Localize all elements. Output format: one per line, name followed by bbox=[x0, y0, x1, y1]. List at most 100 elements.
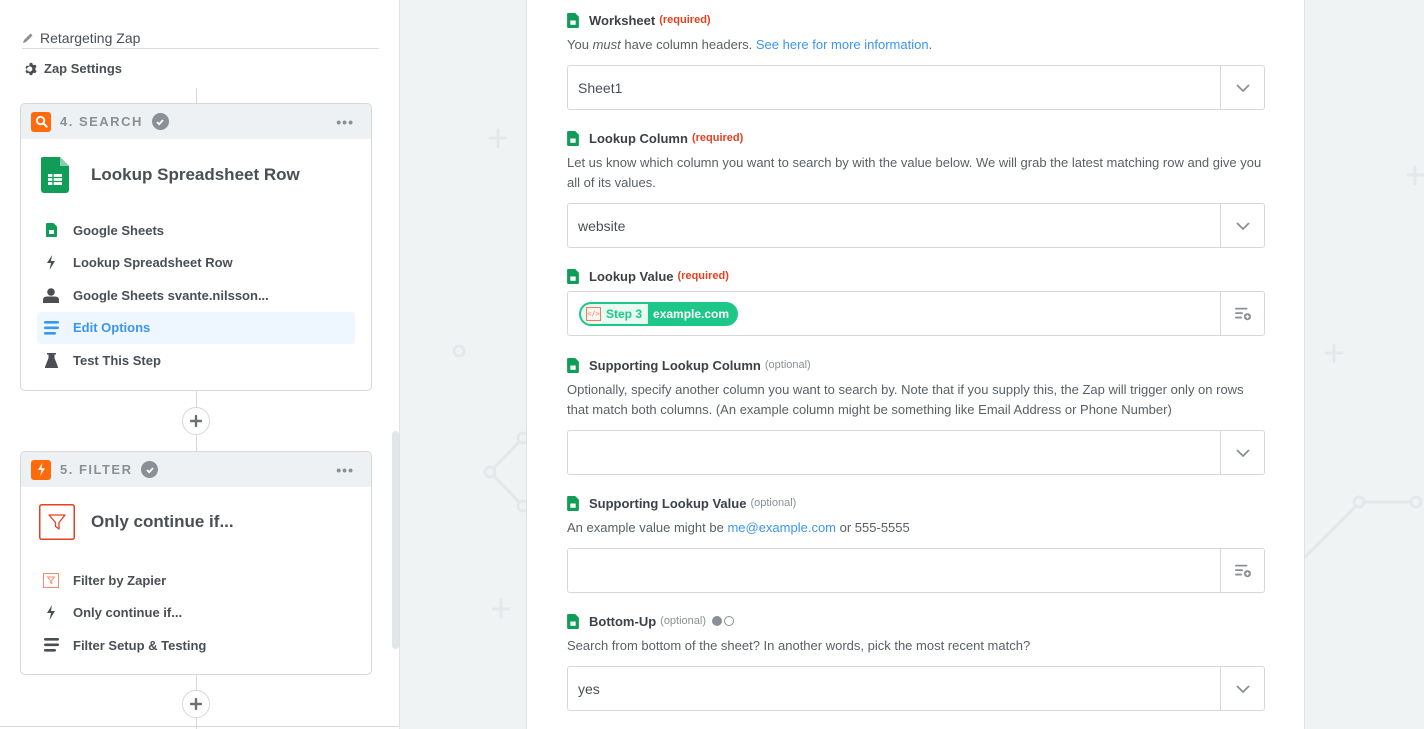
plus-icon bbox=[190, 698, 202, 710]
toggle-dot-selected[interactable] bbox=[712, 616, 723, 626]
step-item-action[interactable]: Lookup Spreadsheet Row bbox=[37, 247, 355, 280]
step-header[interactable]: 4. SEARCH ••• bbox=[21, 104, 371, 139]
pill-step: </> Step 3 bbox=[581, 303, 649, 324]
optional-tag: (optional) bbox=[764, 359, 811, 371]
step-item-account[interactable]: Google Sheets svante.nilsson... bbox=[37, 279, 355, 312]
supporting-lookup-column-select[interactable] bbox=[567, 430, 1265, 475]
step-header[interactable]: 5. FILTER ••• bbox=[21, 452, 371, 487]
pencil-icon bbox=[23, 33, 33, 43]
lookup-column-select[interactable]: website bbox=[567, 203, 1265, 248]
optional-tag: (optional) bbox=[660, 615, 707, 627]
step-item-label: Google Sheets svante.nilsson... bbox=[73, 287, 269, 303]
supporting-lookup-value-input[interactable] bbox=[567, 548, 1265, 593]
mode-toggle[interactable] bbox=[712, 616, 735, 626]
step-item-label: Filter Setup & Testing bbox=[73, 637, 207, 653]
step-item-label: Edit Options bbox=[73, 320, 151, 336]
step-title-row: Only continue if... bbox=[21, 487, 371, 557]
step-item-label: Test This Step bbox=[73, 352, 161, 368]
google-sheets-icon bbox=[41, 157, 69, 193]
add-step-button[interactable] bbox=[182, 690, 210, 718]
chevron-down-icon bbox=[1235, 684, 1250, 693]
step-item-app[interactable]: Google Sheets bbox=[37, 214, 355, 247]
field-label: Supporting Lookup Column (optional) bbox=[567, 356, 1265, 374]
field-help: An example value might be me@example.com… bbox=[567, 518, 1265, 538]
more-info-link[interactable]: See here for more information bbox=[756, 37, 929, 52]
search-icon bbox=[31, 111, 51, 132]
step-title: Lookup Spreadsheet Row bbox=[91, 165, 300, 184]
example-email-link[interactable]: me@example.com bbox=[727, 520, 836, 535]
field-label: Supporting Lookup Value (optional) bbox=[567, 494, 1265, 512]
toggle-dot-unselected[interactable] bbox=[724, 616, 735, 626]
chevron-down-icon bbox=[1235, 221, 1250, 230]
google-sheets-icon bbox=[567, 613, 579, 629]
chevron-down-icon bbox=[1235, 83, 1250, 92]
divider bbox=[0, 726, 399, 727]
insert-field-button[interactable] bbox=[1220, 549, 1264, 592]
select-value: Sheet1 bbox=[578, 79, 623, 96]
zap-editor-sidebar: Retargeting Zap Zap Settings 4. SEARCH •… bbox=[0, 0, 400, 729]
google-sheets-icon bbox=[43, 222, 59, 238]
step-item-edit-options[interactable]: Edit Options bbox=[37, 311, 355, 344]
bottom-up-select[interactable]: yes bbox=[567, 666, 1265, 711]
more-options-button[interactable]: ••• bbox=[336, 462, 354, 478]
bolt-icon bbox=[43, 605, 59, 621]
field-label: Worksheet (required) bbox=[567, 11, 1265, 29]
field-help: Let us know which column you want to sea… bbox=[567, 155, 1262, 190]
step-item-label: Only continue if... bbox=[73, 605, 183, 621]
lines-icon bbox=[43, 320, 59, 336]
add-step-button[interactable] bbox=[182, 407, 210, 435]
plus-icon bbox=[190, 415, 202, 427]
field-label-text: Lookup Value bbox=[589, 268, 674, 284]
google-sheets-icon bbox=[567, 12, 579, 28]
field-lookup-column: Lookup Column (required) Let us know whi… bbox=[567, 129, 1265, 248]
step-menu: Google Sheets Lookup Spreadsheet Row Goo… bbox=[21, 211, 371, 377]
bolt-icon bbox=[31, 459, 51, 480]
user-icon bbox=[43, 287, 59, 303]
more-options-button[interactable]: ••• bbox=[336, 114, 354, 130]
dropdown-button[interactable] bbox=[1220, 431, 1264, 474]
help-emphasis: must bbox=[592, 37, 621, 52]
field-label: Bottom-Up (optional) bbox=[567, 612, 1265, 630]
zap-name-field[interactable]: Retargeting Zap bbox=[22, 27, 379, 49]
google-sheets-icon bbox=[567, 357, 579, 373]
required-tag: (required) bbox=[659, 14, 711, 26]
help-text: or 555-5555 bbox=[836, 520, 910, 535]
step-menu: Filter by Zapier Only continue if... Fil… bbox=[21, 557, 371, 662]
gear-icon bbox=[25, 62, 37, 75]
help-text: You bbox=[567, 37, 593, 52]
required-tag: (required) bbox=[677, 270, 729, 282]
step-item-label: Lookup Spreadsheet Row bbox=[73, 255, 233, 271]
google-sheets-icon bbox=[567, 495, 579, 511]
worksheet-select[interactable]: Sheet1 bbox=[567, 65, 1265, 110]
help-text: have column headers. bbox=[620, 37, 756, 52]
lookup-value-input[interactable]: </> Step 3 example.com bbox=[567, 291, 1265, 336]
field-supporting-lookup-column: Supporting Lookup Column (optional) Opti… bbox=[567, 356, 1265, 475]
sidebar-scrollbar[interactable] bbox=[392, 431, 399, 649]
mapped-field-pill[interactable]: </> Step 3 example.com bbox=[579, 301, 739, 326]
field-lookup-value: Lookup Value (required) </> Step 3 examp… bbox=[567, 267, 1265, 336]
select-value: website bbox=[578, 217, 626, 234]
chevron-down-icon bbox=[1235, 448, 1250, 457]
step-item-test[interactable]: Test This Step bbox=[37, 344, 355, 377]
dropdown-button[interactable] bbox=[1220, 204, 1264, 247]
step-card-filter: 5. FILTER ••• Only continue if... Filter… bbox=[20, 451, 372, 675]
zap-settings-link[interactable]: Zap Settings bbox=[24, 61, 122, 76]
lines-icon bbox=[43, 637, 59, 653]
step-item-setup[interactable]: Filter Setup & Testing bbox=[37, 629, 355, 662]
filter-icon bbox=[39, 504, 75, 540]
step-item-app[interactable]: Filter by Zapier bbox=[37, 564, 355, 597]
dropdown-button[interactable] bbox=[1220, 66, 1264, 109]
step-item-action[interactable]: Only continue if... bbox=[37, 597, 355, 630]
field-bottom-up: Bottom-Up (optional) Search from bottom … bbox=[567, 612, 1265, 711]
flask-icon bbox=[43, 352, 59, 368]
edit-options-form: Worksheet (required) You must have colum… bbox=[526, 0, 1305, 729]
field-help: Optionally, specify another column you w… bbox=[567, 382, 1244, 417]
field-worksheet: Worksheet (required) You must have colum… bbox=[567, 11, 1265, 110]
dropdown-button[interactable] bbox=[1220, 667, 1264, 710]
google-sheets-icon bbox=[567, 268, 579, 284]
check-icon bbox=[141, 461, 159, 478]
field-label-text: Bottom-Up bbox=[589, 613, 657, 629]
field-label-text: Supporting Lookup Value bbox=[589, 495, 747, 511]
pill-value: example.com bbox=[653, 306, 730, 321]
insert-field-button[interactable] bbox=[1220, 292, 1264, 335]
